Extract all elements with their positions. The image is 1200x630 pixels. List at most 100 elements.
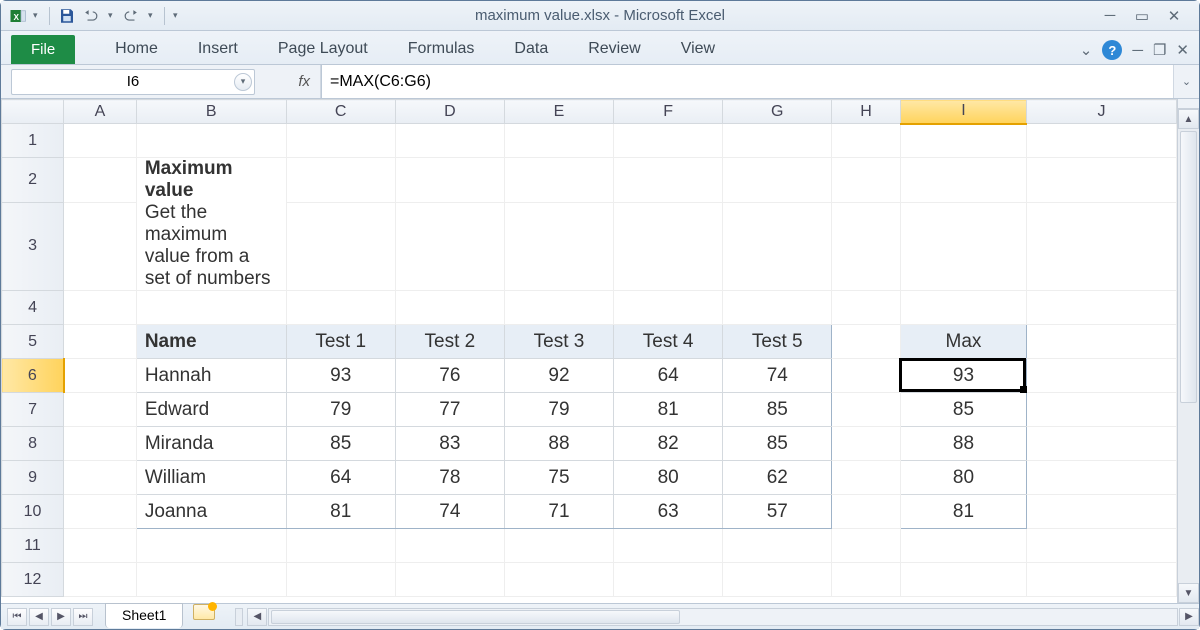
- cell[interactable]: [64, 124, 137, 158]
- col-header[interactable]: D: [395, 100, 504, 124]
- cell[interactable]: [64, 461, 137, 495]
- undo-dropdown-icon[interactable]: ▾: [108, 10, 116, 21]
- cell[interactable]: [723, 291, 832, 325]
- select-all-corner[interactable]: [2, 100, 64, 124]
- cell[interactable]: [1027, 461, 1177, 495]
- cell[interactable]: [1027, 325, 1177, 359]
- scroll-down-icon[interactable]: ▼: [1178, 583, 1199, 603]
- cell[interactable]: 81: [614, 393, 723, 427]
- save-icon[interactable]: [58, 7, 76, 25]
- cell[interactable]: [64, 427, 137, 461]
- cell[interactable]: [504, 563, 613, 597]
- cell[interactable]: [900, 563, 1026, 597]
- tab-formulas[interactable]: Formulas: [388, 34, 495, 64]
- cell[interactable]: [614, 158, 723, 203]
- cell[interactable]: [1027, 202, 1177, 291]
- ribbon-minimize-icon[interactable]: ⌄: [1080, 41, 1093, 59]
- row-header[interactable]: 12: [2, 563, 64, 597]
- cell[interactable]: [1027, 359, 1177, 393]
- scroll-left-icon[interactable]: ◀: [247, 608, 267, 626]
- row-header[interactable]: 2: [2, 158, 64, 203]
- cell[interactable]: [504, 529, 613, 563]
- cell[interactable]: [832, 563, 900, 597]
- cell[interactable]: Edward: [136, 393, 286, 427]
- cell[interactable]: 85: [723, 427, 832, 461]
- cell[interactable]: 62: [723, 461, 832, 495]
- cell[interactable]: Test 3: [504, 325, 613, 359]
- cell[interactable]: 79: [286, 393, 395, 427]
- fx-label[interactable]: fx: [261, 65, 321, 98]
- formula-input[interactable]: =MAX(C6:G6): [321, 65, 1173, 98]
- cell[interactable]: 77: [395, 393, 504, 427]
- cell[interactable]: [900, 202, 1026, 291]
- cell[interactable]: [395, 124, 504, 158]
- redo-icon[interactable]: [122, 8, 142, 24]
- cell[interactable]: [64, 158, 137, 203]
- cell[interactable]: [723, 158, 832, 203]
- tab-insert[interactable]: Insert: [178, 34, 258, 64]
- row-header[interactable]: 8: [2, 427, 64, 461]
- scroll-up-icon[interactable]: ▲: [1178, 109, 1199, 129]
- cell[interactable]: [286, 291, 395, 325]
- row-header[interactable]: 6: [2, 359, 64, 393]
- cell[interactable]: [504, 291, 613, 325]
- row-header[interactable]: 3: [2, 202, 64, 291]
- col-header[interactable]: C: [286, 100, 395, 124]
- cell[interactable]: 74: [723, 359, 832, 393]
- workbook-restore-icon[interactable]: ❐: [1153, 41, 1166, 59]
- cell[interactable]: [286, 563, 395, 597]
- cell[interactable]: [395, 291, 504, 325]
- cell[interactable]: 85: [900, 393, 1026, 427]
- cell[interactable]: Miranda: [136, 427, 286, 461]
- workbook-minimize-icon[interactable]: ─: [1132, 42, 1143, 59]
- cell[interactable]: [832, 124, 900, 158]
- cell[interactable]: [832, 158, 900, 203]
- next-sheet-icon[interactable]: ▶: [51, 608, 71, 626]
- cell[interactable]: Get the maximum value from a set of numb…: [136, 202, 286, 291]
- row-header[interactable]: 10: [2, 495, 64, 529]
- cell[interactable]: [832, 202, 900, 291]
- cell[interactable]: 88: [504, 427, 613, 461]
- close-icon[interactable]: ✕: [1163, 7, 1185, 25]
- cell[interactable]: [723, 529, 832, 563]
- horizontal-scrollbar[interactable]: ◀ ▶: [235, 604, 1199, 629]
- undo-icon[interactable]: [82, 8, 102, 24]
- cell[interactable]: Name: [136, 325, 286, 359]
- new-sheet-icon[interactable]: [193, 604, 215, 620]
- minimize-icon[interactable]: ─: [1099, 7, 1121, 25]
- cell[interactable]: 78: [395, 461, 504, 495]
- cell[interactable]: 80: [900, 461, 1026, 495]
- cell[interactable]: [832, 291, 900, 325]
- row-header[interactable]: 11: [2, 529, 64, 563]
- cell[interactable]: [832, 427, 900, 461]
- row-header[interactable]: 1: [2, 124, 64, 158]
- cell[interactable]: [1027, 529, 1177, 563]
- scroll-thumb[interactable]: [1180, 131, 1197, 403]
- cell[interactable]: [286, 124, 395, 158]
- cell[interactable]: 93: [286, 359, 395, 393]
- cell[interactable]: 92: [504, 359, 613, 393]
- cell[interactable]: [64, 529, 137, 563]
- tab-view[interactable]: View: [661, 34, 735, 64]
- cell[interactable]: William: [136, 461, 286, 495]
- col-header[interactable]: E: [504, 100, 613, 124]
- cell[interactable]: [286, 529, 395, 563]
- cell[interactable]: [395, 563, 504, 597]
- cell[interactable]: 57: [723, 495, 832, 529]
- tab-home[interactable]: Home: [95, 34, 178, 64]
- cell[interactable]: 75: [504, 461, 613, 495]
- cell[interactable]: Test 2: [395, 325, 504, 359]
- cell[interactable]: [395, 529, 504, 563]
- grid[interactable]: A B C D E F G H I J 12Maximum value3Get …: [1, 99, 1177, 603]
- cell[interactable]: [64, 563, 137, 597]
- cell[interactable]: [900, 529, 1026, 563]
- cell[interactable]: 85: [286, 427, 395, 461]
- maximize-icon[interactable]: ▭: [1131, 7, 1153, 25]
- sheet-tab[interactable]: Sheet1: [105, 603, 183, 628]
- cell[interactable]: [1027, 124, 1177, 158]
- cell[interactable]: [614, 124, 723, 158]
- cell[interactable]: [1027, 393, 1177, 427]
- cell[interactable]: [1027, 291, 1177, 325]
- vertical-scrollbar[interactable]: ▲ ▼: [1177, 99, 1199, 603]
- cell[interactable]: 85: [723, 393, 832, 427]
